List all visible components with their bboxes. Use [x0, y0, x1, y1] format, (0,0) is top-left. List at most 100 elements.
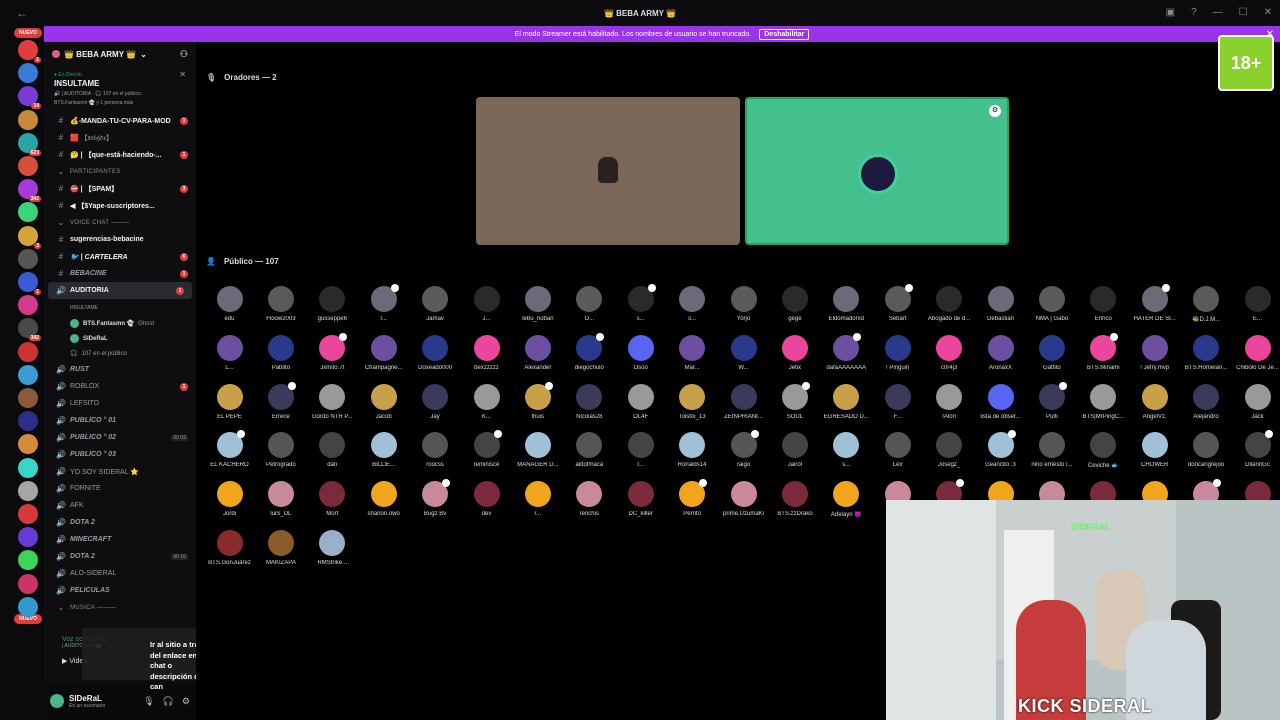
audience-member[interactable]: c0r4j3: [924, 334, 975, 371]
headphones-toggle-icon[interactable]: 🎧: [163, 696, 174, 707]
avatar[interactable]: [50, 694, 64, 708]
server-icon[interactable]: 342: [18, 179, 41, 203]
channel-item[interactable]: 🔊 ROBLOX 1: [44, 378, 196, 395]
audience-member[interactable]: Jetix: [769, 334, 820, 371]
audience-member[interactable]: Debastian: [975, 286, 1026, 322]
audience-member[interactable]: AronaxX: [975, 334, 1026, 371]
channel-item[interactable]: 🔊 AUDITORIA 1: [48, 282, 192, 299]
channel-item[interactable]: 🔊 ALO-SIDERAL: [44, 565, 196, 582]
audience-member[interactable]: NMA | Gabo: [1026, 286, 1077, 322]
audience-member[interactable]: W...: [718, 334, 769, 371]
audience-member[interactable]: 🐝D.J.M...: [1181, 286, 1232, 323]
audience-member[interactable]: Champagne...: [358, 334, 409, 371]
audience-member[interactable]: Eldomadorxd: [821, 286, 872, 322]
audience-member[interactable]: edu: [204, 286, 255, 322]
server-icon[interactable]: 1: [18, 272, 41, 295]
audience-member[interactable]: Gordo NTR P...: [307, 383, 358, 420]
audience-member[interactable]: dafaAAAAAAA: [821, 332, 872, 371]
server-icon[interactable]: [18, 295, 38, 316]
server-icon[interactable]: [18, 248, 38, 269]
server-icon[interactable]: [18, 364, 38, 385]
audience-member[interactable]: ZEINPRIANI...: [718, 383, 769, 420]
inbox-icon[interactable]: ▣: [1166, 7, 1175, 18]
settings-gear-icon[interactable]: ⚙: [182, 696, 190, 707]
audience-member[interactable]: Sebart: [872, 284, 923, 322]
audience-member[interactable]: J...: [461, 286, 512, 322]
audience-member[interactable]: DC_killer: [615, 481, 666, 517]
channel-item[interactable]: 🔊 MINECRAFT: [44, 531, 196, 548]
channel-item[interactable]: 🔊 DOTA 2: [44, 514, 196, 531]
audience-member[interactable]: Ceviche 🐟: [1078, 432, 1129, 469]
audience-member[interactable]: l...: [358, 284, 409, 322]
audience-member[interactable]: Jordi: [204, 481, 255, 517]
audience-member[interactable]: r...: [615, 432, 666, 468]
audience-member[interactable]: Jacob: [358, 383, 409, 420]
audience-member[interactable]: shanon.owo: [358, 481, 409, 517]
audience-member[interactable]: MANAGER D...: [512, 432, 563, 468]
server-icon[interactable]: [18, 411, 38, 432]
channel-item[interactable]: # 🤔 | 【que-está-haciendo-... 1: [44, 146, 196, 163]
server-icon[interactable]: [18, 457, 38, 478]
audience-member[interactable]: BTS.GonJuárez: [204, 530, 255, 566]
audience-member[interactable]: BTS.Minami: [1078, 332, 1129, 371]
audience-member[interactable]: gusseppe6: [307, 286, 358, 322]
audience-member[interactable]: gege: [769, 286, 820, 322]
audience-member[interactable]: dev: [461, 481, 512, 517]
server-icon[interactable]: [18, 550, 38, 571]
audience-member[interactable]: Josegz_: [924, 432, 975, 468]
audience-member[interactable]: EGRESADO D...: [821, 383, 872, 420]
audience-member[interactable]: E...: [1232, 286, 1280, 322]
channel-item[interactable]: 🔊 LEFSITO: [44, 395, 196, 412]
channel-item[interactable]: # 💰-MANDA-TU-CV-PARA-MOD 1: [44, 112, 196, 129]
channel-item[interactable]: 🔊 PUBLICO ° 03: [44, 446, 196, 463]
server-icon[interactable]: 342: [18, 318, 41, 342]
channel-item[interactable]: 🔊 PUBLICO ° 02 00 02: [44, 429, 196, 446]
channel-item[interactable]: # 🐦 | CARTELERA 6: [44, 248, 196, 265]
audience-member[interactable]: Lex: [872, 432, 923, 468]
audience-member[interactable]: !Alon: [924, 383, 975, 420]
audience-member[interactable]: SOUL: [769, 381, 820, 420]
audience-member[interactable]: Doxeado000: [410, 334, 461, 371]
server-icon[interactable]: [18, 527, 38, 548]
server-icon[interactable]: [18, 202, 38, 223]
audience-member[interactable]: renchis: [564, 481, 615, 517]
audience-member[interactable]: s...: [821, 432, 872, 468]
audience-member[interactable]: roocss: [410, 432, 461, 468]
audience-member[interactable]: luiS_DL: [255, 481, 306, 517]
server-icon[interactable]: [18, 504, 38, 524]
help-icon[interactable]: ?: [1191, 7, 1197, 18]
server-icon[interactable]: [18, 63, 38, 84]
channel-category[interactable]: ⌄ MUSICA ———: [44, 599, 196, 616]
audience-member[interactable]: ! Pinguin: [872, 334, 923, 371]
audience-member[interactable]: K...: [461, 383, 512, 420]
audience-member[interactable]: BTS|MrPingC...: [1078, 383, 1129, 420]
maximize-icon[interactable]: ☐: [1239, 7, 1248, 18]
audience-member[interactable]: s...: [615, 284, 666, 322]
channel-item[interactable]: 🔊 PELICULAS: [44, 582, 196, 599]
audience-member[interactable]: OL4F: [615, 383, 666, 420]
audience-member[interactable]: Jack: [1232, 383, 1280, 420]
audience-member[interactable]: MAKIZAPA: [255, 530, 306, 566]
server-header[interactable]: 👑 BEBA ARMY 👑 ⌄ ⚇: [44, 42, 196, 66]
audience-member[interactable]: Ronalds14: [667, 432, 718, 468]
channel-item[interactable]: 🔊 PUBLICO ° 01: [44, 412, 196, 429]
speaker-tile-active[interactable]: ⚙: [745, 97, 1009, 245]
gear-icon[interactable]: ⚙: [989, 105, 1001, 117]
audience-member[interactable]: dan: [307, 432, 358, 468]
audience-member[interactable]: BTS.zzDrako: [769, 481, 820, 517]
speaker-tile[interactable]: [476, 97, 740, 245]
audience-member[interactable]: Nicolas28: [564, 383, 615, 420]
server-icon[interactable]: 3: [18, 225, 41, 249]
audience-member[interactable]: lista de obser...: [975, 383, 1026, 420]
audience-member[interactable]: Yorjo: [718, 286, 769, 322]
audience-member[interactable]: prime.UzumaKi: [718, 481, 769, 517]
audience-member[interactable]: HATER DE SI...: [1129, 284, 1180, 322]
channel-category[interactable]: ⌄ VOICE CHAT ———: [44, 214, 196, 231]
server-icon[interactable]: 1: [18, 40, 41, 63]
server-icon[interactable]: 14: [18, 86, 41, 110]
server-icon[interactable]: 623: [18, 132, 41, 156]
channel-item[interactable]: # sugerencias-bebacine: [44, 231, 196, 248]
invite-icon[interactable]: ⚇: [180, 49, 188, 60]
audience-member[interactable]: AngelVz.: [1129, 383, 1180, 420]
audience-member[interactable]: diegochulo: [564, 332, 615, 371]
